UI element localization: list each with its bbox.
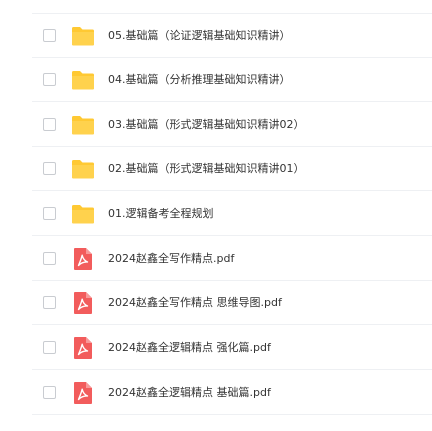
list-item[interactable]: 02.基础篇（形式逻辑基础知识精讲01） (0, 147, 432, 191)
folder-icon (70, 201, 96, 227)
list-item[interactable]: 2024赵鑫全写作精点 思维导图.pdf (0, 281, 432, 325)
folder-icon (70, 156, 96, 182)
pdf-icon (70, 290, 96, 316)
file-name[interactable]: 03.基础篇（形式逻辑基础知识精讲02） (108, 116, 305, 134)
list-item[interactable]: 04.基础篇（分析推理基础知识精讲） (0, 58, 432, 102)
file-name[interactable]: 2024赵鑫全逻辑精点 强化篇.pdf (108, 339, 271, 357)
file-name[interactable]: 2024赵鑫全写作精点 思维导图.pdf (108, 294, 282, 312)
pdf-icon (70, 246, 96, 272)
folder-icon (70, 23, 96, 49)
file-name[interactable]: 2024赵鑫全逻辑精点 基础篇.pdf (108, 384, 271, 402)
row-checkbox[interactable] (43, 118, 56, 131)
list-item[interactable]: 2024赵鑫全写作精点.pdf (0, 237, 432, 281)
folder-icon (70, 112, 96, 138)
list-item[interactable]: 2024赵鑫全逻辑精点 强化篇.pdf (0, 326, 432, 370)
row-checkbox[interactable] (43, 252, 56, 265)
row-checkbox[interactable] (43, 296, 56, 309)
row-checkbox[interactable] (43, 207, 56, 220)
list-item[interactable]: 05.基础篇（论证逻辑基础知识精讲） (0, 14, 432, 58)
file-name[interactable]: 01.逻辑备考全程规划 (108, 205, 214, 223)
row-checkbox[interactable] (43, 162, 56, 175)
file-name[interactable]: 2024赵鑫全写作精点.pdf (108, 250, 234, 268)
list-item[interactable]: 01.逻辑备考全程规划 (0, 192, 432, 236)
row-checkbox[interactable] (43, 73, 56, 86)
file-list: 05.基础篇（论证逻辑基础知识精讲） 04.基础篇（分析推理基础知识精讲） 03… (0, 0, 432, 431)
pdf-icon (70, 380, 96, 406)
row-checkbox[interactable] (43, 386, 56, 399)
file-name[interactable]: 04.基础篇（分析推理基础知识精讲） (108, 71, 291, 89)
file-name[interactable]: 05.基础篇（论证逻辑基础知识精讲） (108, 27, 291, 45)
pdf-icon (70, 335, 96, 361)
row-checkbox[interactable] (43, 341, 56, 354)
list-item[interactable]: 03.基础篇（形式逻辑基础知识精讲02） (0, 103, 432, 147)
folder-icon (70, 67, 96, 93)
file-name[interactable]: 02.基础篇（形式逻辑基础知识精讲01） (108, 160, 305, 178)
row-checkbox[interactable] (43, 29, 56, 42)
list-item[interactable]: 2024赵鑫全逻辑精点 基础篇.pdf (0, 371, 432, 415)
